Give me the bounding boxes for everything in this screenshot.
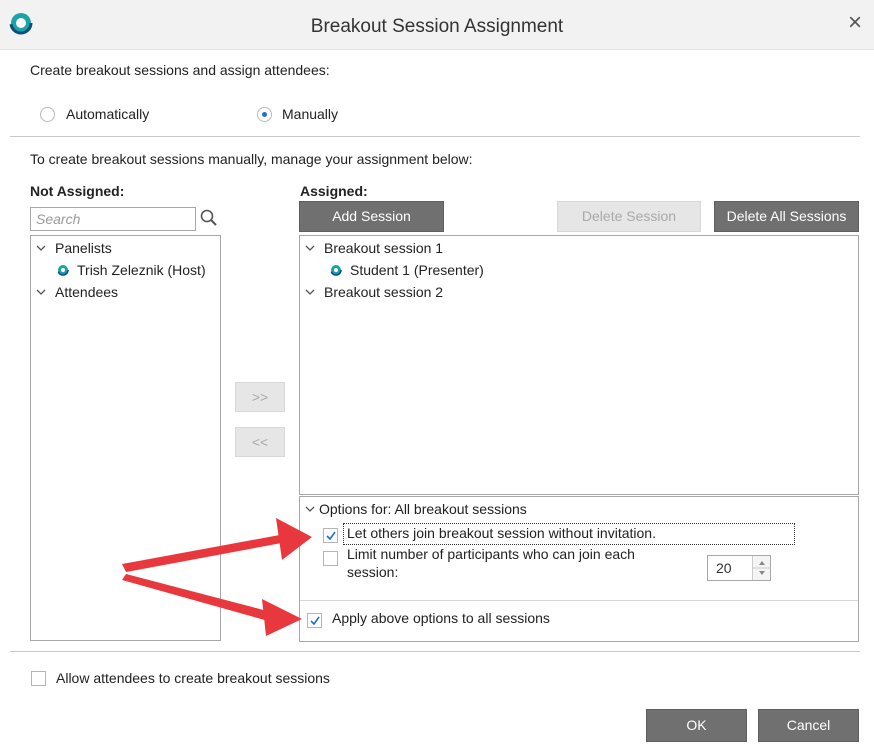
title-bar: Breakout Session Assignment × (0, 0, 874, 50)
limit-participants-label-line2[interactable]: session: (347, 564, 398, 580)
dialog-title: Breakout Session Assignment (310, 16, 564, 37)
options-panel: Options for: All breakout sessions Let o… (299, 496, 859, 642)
tree-group-panelists[interactable]: Panelists (35, 240, 112, 256)
chevron-down-icon[interactable] (35, 286, 47, 298)
tree-group-session-1[interactable]: Breakout session 1 (304, 240, 443, 256)
divider-top (10, 136, 860, 137)
instructions-text: To create breakout sessions manually, ma… (30, 151, 473, 167)
radio-automatically[interactable] (40, 107, 55, 122)
limit-participants-label-line1[interactable]: Limit number of participants who can joi… (347, 546, 635, 562)
mode-prompt: Create breakout sessions and assign atte… (30, 62, 330, 78)
not-assigned-list[interactable]: Panelists Trish Zeleznik (Host) Attendee… (30, 235, 221, 641)
limit-participants-checkbox[interactable] (323, 551, 338, 566)
add-session-button[interactable]: Add Session (299, 201, 444, 232)
options-divider (300, 600, 858, 601)
search-icon[interactable] (199, 208, 219, 228)
cancel-button[interactable]: Cancel (758, 709, 859, 742)
delete-session-button[interactable]: Delete Session (557, 201, 701, 232)
ok-button[interactable]: OK (646, 709, 747, 742)
checkmark-icon (326, 531, 336, 541)
allow-attendees-checkbox[interactable] (31, 671, 46, 686)
radio-manually-label[interactable]: Manually (282, 106, 338, 122)
tree-person-student-1[interactable]: Student 1 (Presenter) (330, 262, 484, 278)
chevron-down-icon[interactable] (304, 286, 316, 298)
participant-limit-stepper[interactable]: 20 (707, 555, 771, 581)
participant-status-icon (330, 264, 342, 276)
options-heading: Options for: All breakout sessions (319, 501, 527, 517)
move-right-button[interactable]: >> (235, 382, 285, 412)
radio-automatically-label[interactable]: Automatically (66, 106, 149, 122)
divider-bottom (10, 651, 860, 652)
tree-group-label: Breakout session 1 (324, 240, 444, 256)
tree-group-attendees[interactable]: Attendees (35, 284, 118, 300)
apply-all-label[interactable]: Apply above options to all sessions (332, 610, 550, 626)
participant-limit-value[interactable]: 20 (716, 560, 732, 576)
chevron-down-icon[interactable] (35, 242, 47, 254)
tree-person-label: Trish Zeleznik (Host) (77, 262, 206, 278)
options-heading-row[interactable]: Options for: All breakout sessions (304, 501, 527, 517)
let-others-join-label[interactable]: Let others join breakout session without… (347, 525, 656, 541)
stepper-buttons[interactable] (752, 556, 771, 580)
tree-group-label: Attendees (55, 284, 119, 300)
participant-status-icon (57, 264, 69, 276)
let-others-join-checkbox[interactable] (323, 528, 338, 543)
tree-person-label: Student 1 (Presenter) (350, 262, 484, 278)
radio-manually[interactable] (257, 107, 272, 122)
close-icon[interactable]: × (844, 11, 866, 35)
tree-group-label: Panelists (55, 240, 112, 256)
search-input[interactable]: Search (30, 207, 196, 231)
tree-person-host[interactable]: Trish Zeleznik (Host) (57, 262, 206, 278)
assigned-heading: Assigned: (300, 183, 368, 199)
tree-group-label: Breakout session 2 (324, 284, 444, 300)
delete-all-sessions-button[interactable]: Delete All Sessions (714, 201, 859, 232)
assigned-list[interactable]: Breakout session 1 Student 1 (Presenter)… (299, 235, 859, 495)
stepper-arrows-icon[interactable] (753, 556, 771, 580)
annotation-arrow-head-lower (262, 599, 302, 636)
checkmark-icon (310, 616, 320, 626)
chevron-down-icon[interactable] (304, 503, 316, 515)
chevron-down-icon[interactable] (304, 242, 316, 254)
not-assigned-heading: Not Assigned: (30, 183, 125, 199)
tree-group-session-2[interactable]: Breakout session 2 (304, 284, 443, 300)
apply-all-checkbox[interactable] (307, 613, 322, 628)
allow-attendees-label[interactable]: Allow attendees to create breakout sessi… (56, 670, 330, 686)
move-left-button[interactable]: << (235, 427, 285, 457)
